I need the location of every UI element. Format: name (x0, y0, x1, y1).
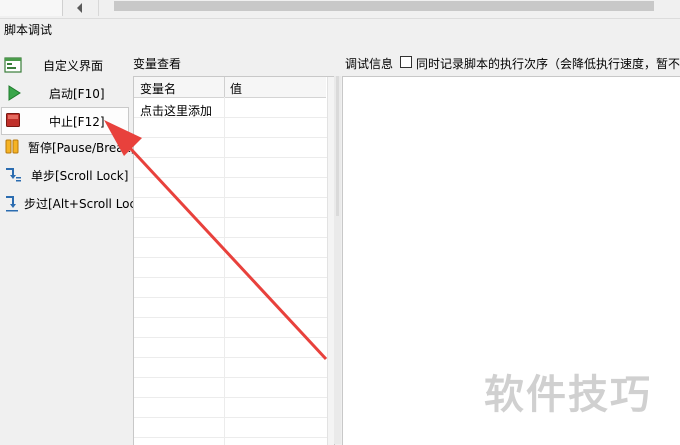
arrow-head (104, 120, 142, 156)
watermark-text: 软件技巧 (484, 372, 652, 418)
arrow-shaft (128, 146, 328, 361)
